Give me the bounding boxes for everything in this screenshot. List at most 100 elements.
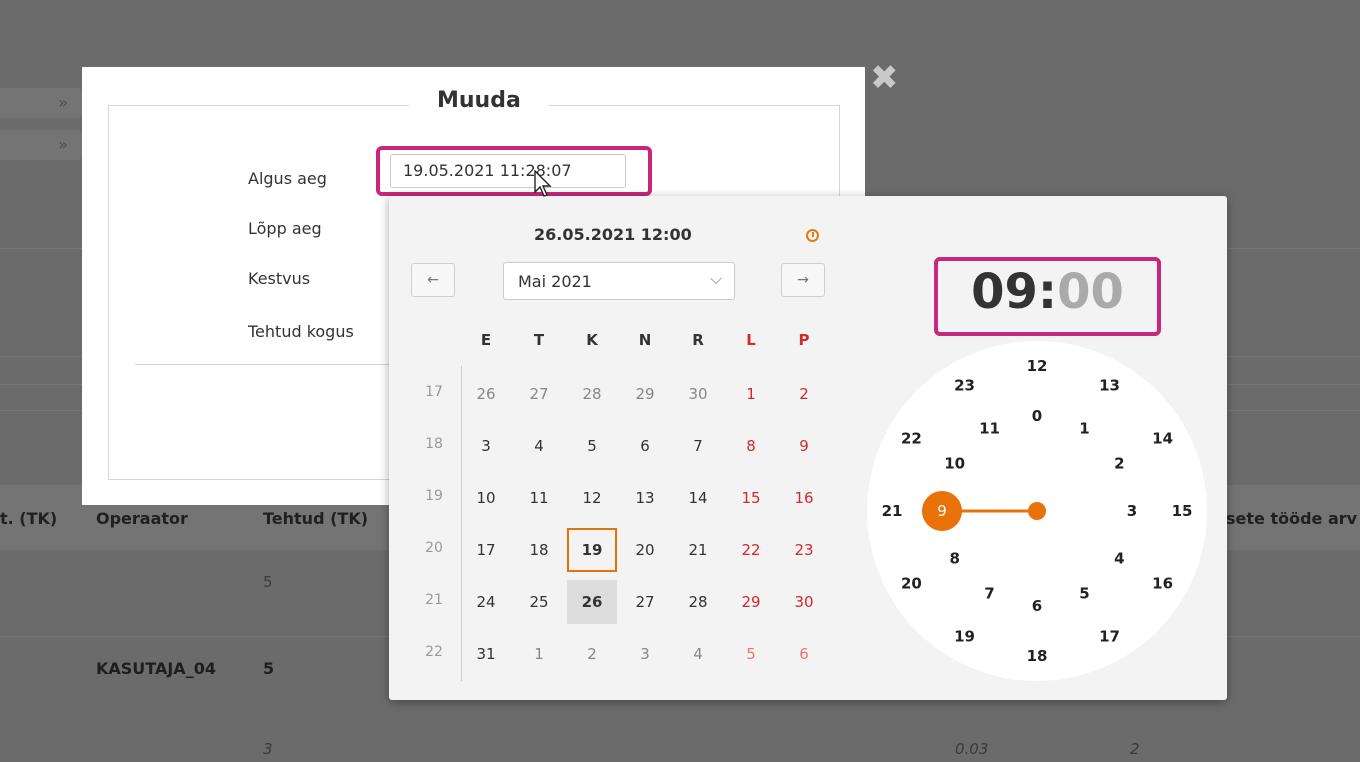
close-icon[interactable]: ✖ — [870, 58, 899, 98]
calendar-day[interactable]: 11 — [514, 476, 564, 520]
calendar-day[interactable]: 19 — [567, 528, 617, 572]
dial-hour[interactable]: 16 — [1152, 575, 1173, 593]
weekday-header: T — [533, 331, 545, 349]
calendar-day[interactable]: 3 — [620, 632, 670, 676]
end-time-label: Lõpp aeg — [248, 219, 322, 238]
dial-hour[interactable]: 21 — [882, 502, 903, 520]
calendar-day[interactable]: 20 — [620, 528, 670, 572]
calendar-day[interactable]: 28 — [673, 580, 723, 624]
week-number: 19 — [425, 488, 443, 504]
table-cell: 5 — [263, 573, 273, 591]
calendar-day[interactable]: 22 — [726, 528, 776, 572]
next-month-button[interactable]: → — [781, 263, 825, 297]
mouse-cursor-icon — [534, 170, 552, 197]
dial-hour[interactable]: 17 — [1099, 628, 1120, 646]
calendar-day[interactable]: 27 — [620, 580, 670, 624]
calendar-day[interactable]: 3 — [461, 424, 511, 468]
datetime-picker: 26.05.2021 12:00 ← → Mai 2021 ⌵ ETKNRLP … — [389, 196, 1227, 700]
calendar-day[interactable]: 14 — [673, 476, 723, 520]
calendar-day[interactable]: 13 — [620, 476, 670, 520]
calendar-day[interactable]: 5 — [726, 632, 776, 676]
calendar-day[interactable]: 25 — [514, 580, 564, 624]
calendar-day[interactable]: 26 — [567, 580, 617, 624]
calendar-day[interactable]: 6 — [620, 424, 670, 468]
dial-hour[interactable]: 2 — [1114, 455, 1124, 473]
dial-hour[interactable]: 13 — [1099, 376, 1120, 394]
expand-row-button[interactable]: » — [0, 88, 82, 118]
calendar-day[interactable]: 18 — [514, 528, 564, 572]
calendar-day[interactable]: 1 — [514, 632, 564, 676]
month-select[interactable]: Mai 2021 ⌵ — [503, 262, 735, 300]
dial-hour[interactable]: 1 — [1079, 420, 1089, 438]
time-hours[interactable]: 09 — [971, 264, 1038, 320]
dial-hour[interactable]: 20 — [901, 575, 922, 593]
calendar-day[interactable]: 30 — [673, 372, 723, 416]
calendar-day[interactable]: 29 — [726, 580, 776, 624]
double-chevron-icon: » — [58, 93, 68, 112]
calendar-day[interactable]: 6 — [779, 632, 829, 676]
calendar-day[interactable]: 30 — [779, 580, 829, 624]
column-header: Tehtud (TK) — [263, 509, 369, 528]
clock-icon[interactable] — [806, 229, 819, 242]
calendar-day[interactable]: 8 — [726, 424, 776, 468]
table-cell: 2 — [1130, 740, 1140, 758]
dial-hour[interactable]: 4 — [1114, 550, 1124, 568]
picker-title: 26.05.2021 12:00 — [534, 225, 692, 244]
week-number: 18 — [425, 436, 443, 452]
dial-hour[interactable]: 6 — [1032, 597, 1042, 615]
calendar-day[interactable]: 24 — [461, 580, 511, 624]
hour-dial[interactable]: 12131415161718192021222301234567810119 — [867, 341, 1207, 681]
calendar-day[interactable]: 2 — [779, 372, 829, 416]
dial-hour[interactable]: 14 — [1152, 430, 1173, 448]
dial-hour[interactable]: 10 — [944, 455, 965, 473]
weekday-header: P — [798, 331, 810, 349]
dial-hour[interactable]: 0 — [1032, 407, 1042, 425]
calendar-day[interactable]: 29 — [620, 372, 670, 416]
double-chevron-icon: » — [58, 135, 68, 154]
dial-hour[interactable]: 23 — [954, 376, 975, 394]
calendar-day[interactable]: 31 — [461, 632, 511, 676]
time-display-highlight: 09:00 — [934, 257, 1161, 336]
dial-hour[interactable]: 19 — [954, 628, 975, 646]
calendar-day[interactable]: 26 — [461, 372, 511, 416]
calendar-day[interactable]: 23 — [779, 528, 829, 572]
calendar-day[interactable]: 21 — [673, 528, 723, 572]
table-cell: 3 — [263, 740, 273, 758]
calendar-day[interactable]: 27 — [514, 372, 564, 416]
calendar-day[interactable]: 12 — [567, 476, 617, 520]
prev-month-button[interactable]: ← — [411, 263, 455, 297]
time-display[interactable]: 09:00 — [938, 264, 1157, 320]
calendar-day[interactable]: 9 — [779, 424, 829, 468]
month-select-value: Mai 2021 — [518, 272, 592, 291]
dial-hour[interactable]: 11 — [979, 420, 1000, 438]
calendar-day[interactable]: 7 — [673, 424, 723, 468]
column-header: Operaator — [96, 509, 188, 528]
time-minutes[interactable]: 00 — [1057, 264, 1124, 320]
calendar-day[interactable]: 1 — [726, 372, 776, 416]
calendar-day[interactable]: 2 — [567, 632, 617, 676]
calendar-day[interactable]: 4 — [673, 632, 723, 676]
duration-label: Kestvus — [248, 269, 311, 288]
dial-hour[interactable]: 3 — [1127, 502, 1137, 520]
dial-hour[interactable]: 15 — [1172, 502, 1193, 520]
dial-hour[interactable]: 12 — [1027, 357, 1048, 375]
dial-hour[interactable]: 7 — [984, 584, 994, 602]
calendar-day[interactable]: 5 — [567, 424, 617, 468]
dial-hour[interactable]: 22 — [901, 430, 922, 448]
calendar-day[interactable]: 17 — [461, 528, 511, 572]
start-time-input[interactable]: 19.05.2021 11:28:07 — [390, 154, 626, 188]
start-time-highlight: 19.05.2021 11:28:07 — [376, 146, 652, 196]
dial-hour[interactable]: 5 — [1079, 584, 1089, 602]
weekday-header: R — [692, 331, 704, 349]
dial-hour[interactable]: 8 — [949, 550, 959, 568]
calendar-day[interactable]: 4 — [514, 424, 564, 468]
week-number: 21 — [425, 592, 443, 608]
dial-hour[interactable]: 18 — [1027, 647, 1048, 665]
calendar-day[interactable]: 16 — [779, 476, 829, 520]
calendar-day[interactable]: 15 — [726, 476, 776, 520]
dial-selected-hour[interactable]: 9 — [937, 502, 947, 520]
chevron-down-icon: ⌵ — [709, 269, 722, 288]
expand-row-button[interactable]: » — [0, 130, 82, 160]
calendar-day[interactable]: 28 — [567, 372, 617, 416]
calendar-day[interactable]: 10 — [461, 476, 511, 520]
